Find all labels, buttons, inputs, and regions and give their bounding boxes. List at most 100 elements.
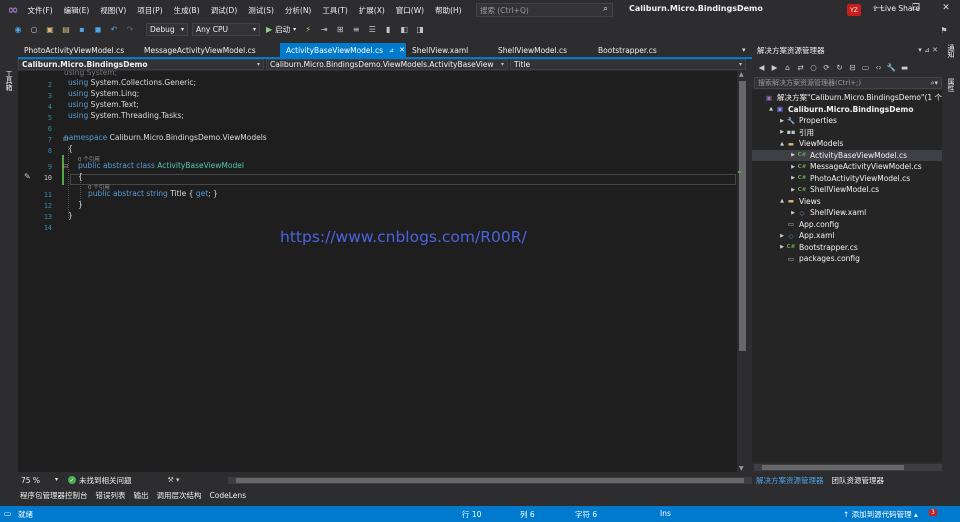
scrollbar-thumb[interactable] (739, 81, 746, 351)
uncomment-icon[interactable]: ☰ (366, 23, 378, 35)
tab-team-explorer[interactable]: 团队资源管理器 (828, 475, 889, 486)
menu-project[interactable]: 项目(P) (132, 0, 168, 20)
panel-controls-icon[interactable]: ▾ ⊿ ✕ (918, 46, 938, 54)
close-tab-icon[interactable]: ✕ (399, 46, 405, 54)
toolbox-tab[interactable]: 工具箱 (4, 70, 14, 91)
tree-item[interactable]: ▭ App.config (752, 219, 942, 231)
expander-icon[interactable]: ▶ (778, 118, 786, 124)
menu-tools[interactable]: 工具(T) (317, 0, 353, 20)
tab-call-hierarchy[interactable]: 调用层次结构 (153, 490, 206, 501)
tree-item[interactable]: ▲ ▬ ViewModels (752, 138, 942, 150)
zoom-select[interactable]: 75 % ▾ (18, 476, 58, 485)
code-cleanup-icon[interactable]: ⚒ ▾ (168, 476, 180, 484)
menu-debug[interactable]: 调试(D) (205, 0, 243, 20)
editor-horizontal-scrollbar[interactable] (228, 477, 752, 484)
bookmark-icon[interactable]: ▮ (382, 23, 394, 35)
back-icon[interactable]: ◉ (12, 23, 24, 35)
pending-changes-icon[interactable]: ○ (808, 62, 819, 73)
tree-item[interactable]: ▭ packages.config (752, 253, 942, 265)
expander-icon[interactable]: ▲ (778, 141, 786, 147)
menu-help[interactable]: 帮助(H) (430, 0, 468, 20)
tab-package-manager-console[interactable]: 程序包管理器控制台 (18, 490, 92, 501)
tab-shell-viewmodel[interactable]: ShellViewModel.cs (492, 43, 592, 57)
scrollbar-thumb[interactable] (236, 478, 744, 483)
back-icon[interactable]: ◀ (756, 62, 767, 73)
expander-icon[interactable]: ▶ (789, 164, 797, 170)
menu-edit[interactable]: 编辑(E) (58, 0, 95, 20)
tab-overflow-icon[interactable]: ▾ (742, 46, 746, 54)
visual-studio-logo-icon[interactable]: ∞ (4, 1, 22, 19)
preview-icon[interactable]: ▬ (899, 62, 910, 73)
start-button[interactable]: ▶ 启动 ▾ (266, 24, 296, 35)
forward-icon[interactable]: ▶ (769, 62, 780, 73)
step-icon[interactable]: ⇥ (318, 23, 330, 35)
global-search-input[interactable]: 搜索 (Ctrl+Q) ⌕ (476, 3, 613, 17)
menu-build[interactable]: 生成(B) (168, 0, 205, 20)
source-control-button[interactable]: ↑ 添加到源代码管理 ▴ (843, 509, 918, 520)
expander-icon[interactable]: ▶ (778, 244, 786, 250)
code-editor[interactable]: 2 3 4 5 6 7 8 9 10 11 12 13 14 ✎ ⊟ ⊟ usi… (18, 68, 737, 472)
expander-icon[interactable]: ▲ (778, 198, 786, 204)
expander-icon[interactable]: ▶ (789, 175, 797, 181)
view-code-icon[interactable]: ‹› (873, 62, 884, 73)
menu-analyze[interactable]: 分析(N) (279, 0, 316, 20)
tab-activity-base-viewmodel[interactable]: ActivityBaseViewModel.cs ⊿ ✕ (280, 43, 406, 57)
tree-item[interactable]: ▶ ◇ ShellView.xaml (752, 207, 942, 219)
refresh-icon[interactable]: ↻ (834, 62, 845, 73)
tab-output[interactable]: 输出 (130, 490, 153, 501)
menu-test[interactable]: 测试(S) (243, 0, 280, 20)
collapse-all-icon[interactable]: ⊟ (847, 62, 858, 73)
notifications-tab[interactable]: 通知 (946, 44, 956, 58)
expander-icon[interactable]: ▶ (778, 233, 786, 239)
project-dropdown[interactable]: Caliburn.Micro.BindingsDemo ▾ (18, 59, 264, 70)
pin-icon[interactable]: ⊿ (389, 47, 394, 54)
expander-icon[interactable]: ▶ (789, 210, 797, 216)
redo-icon[interactable]: ↷ (124, 23, 136, 35)
properties-tab[interactable]: 属性 (946, 78, 956, 92)
tab-bootstrapper[interactable]: Bootstrapper.cs (592, 43, 682, 57)
expander-icon[interactable]: ▶ (778, 129, 786, 135)
menu-view[interactable]: 视图(V) (95, 0, 132, 20)
tree-item[interactable]: ▲ ▣ Caliburn.Micro.BindingsDemo (752, 104, 942, 116)
feedback-icon[interactable]: ⚑ (938, 24, 950, 36)
live-share-button[interactable]: ⇪ Live Share (872, 4, 920, 13)
scroll-up-icon[interactable]: ▲ (739, 71, 744, 78)
tab-photo-activity-viewmodel[interactable]: PhotoActivityViewModel.cs (18, 43, 138, 57)
undo-icon[interactable]: ↶ (108, 23, 120, 35)
issues-indicator[interactable]: ✓ 未找到相关问题 (68, 475, 132, 486)
configuration-select[interactable]: Debug ▾ (146, 22, 188, 36)
tree-item[interactable]: ▶ C# ShellViewModel.cs (752, 184, 942, 196)
properties-icon[interactable]: 🔧 (886, 62, 897, 73)
home-icon[interactable]: ⌂ (782, 62, 793, 73)
tree-item[interactable]: ▶ ▪▪ 引用 (752, 127, 942, 139)
member-dropdown[interactable]: Title ▾ (510, 59, 746, 70)
tab-shell-view[interactable]: ShellView.xaml (406, 43, 492, 57)
close-icon[interactable]: ✕ (936, 3, 956, 13)
tree-item[interactable]: ▶ C# Bootstrapper.cs (752, 242, 942, 254)
save-all-icon[interactable]: ◼ (92, 23, 104, 35)
platform-select[interactable]: Any CPU ▾ (192, 22, 260, 36)
menu-file[interactable]: 文件(F) (22, 0, 58, 20)
bookmark-prev-icon[interactable]: ◧ (398, 23, 410, 35)
show-all-files-icon[interactable]: ▭ (860, 62, 871, 73)
menu-extensions[interactable]: 扩展(X) (353, 0, 390, 20)
solution-horizontal-scrollbar[interactable] (754, 464, 942, 471)
comment-icon[interactable]: ≡ (350, 23, 362, 35)
tab-codelens[interactable]: CodeLens (206, 491, 251, 500)
bookmark-next-icon[interactable]: ◨ (414, 23, 426, 35)
scroll-down-icon[interactable]: ▼ (739, 465, 744, 472)
sync-icon[interactable]: ⟳ (821, 62, 832, 73)
save-icon[interactable]: ▪ (76, 23, 88, 35)
tree-item[interactable]: ▣ 解决方案"Caliburn.Micro.BindingsDemo"(1 个项目 (752, 92, 942, 104)
tree-item[interactable]: ▶ C# PhotoActivityViewModel.cs (752, 173, 942, 185)
solution-search-input[interactable]: 搜索解决方案资源管理器(Ctrl+;) ⌕▾ (754, 77, 942, 89)
new-project-icon[interactable]: ▣ (44, 23, 56, 35)
tree-item[interactable]: ▶ C# MessageActivityViewModel.cs (752, 161, 942, 173)
tree-item[interactable]: ▶ ◇ App.xaml (752, 230, 942, 242)
tab-error-list[interactable]: 错误列表 (92, 490, 130, 501)
expander-icon[interactable]: ▶ (789, 152, 797, 158)
notification-badge[interactable]: 3 (929, 509, 937, 516)
expander-icon[interactable]: ▲ (767, 106, 775, 112)
tree-item[interactable]: ▶ C# ActivityBaseViewModel.cs (752, 149, 942, 161)
open-icon[interactable]: ▤ (60, 23, 72, 35)
